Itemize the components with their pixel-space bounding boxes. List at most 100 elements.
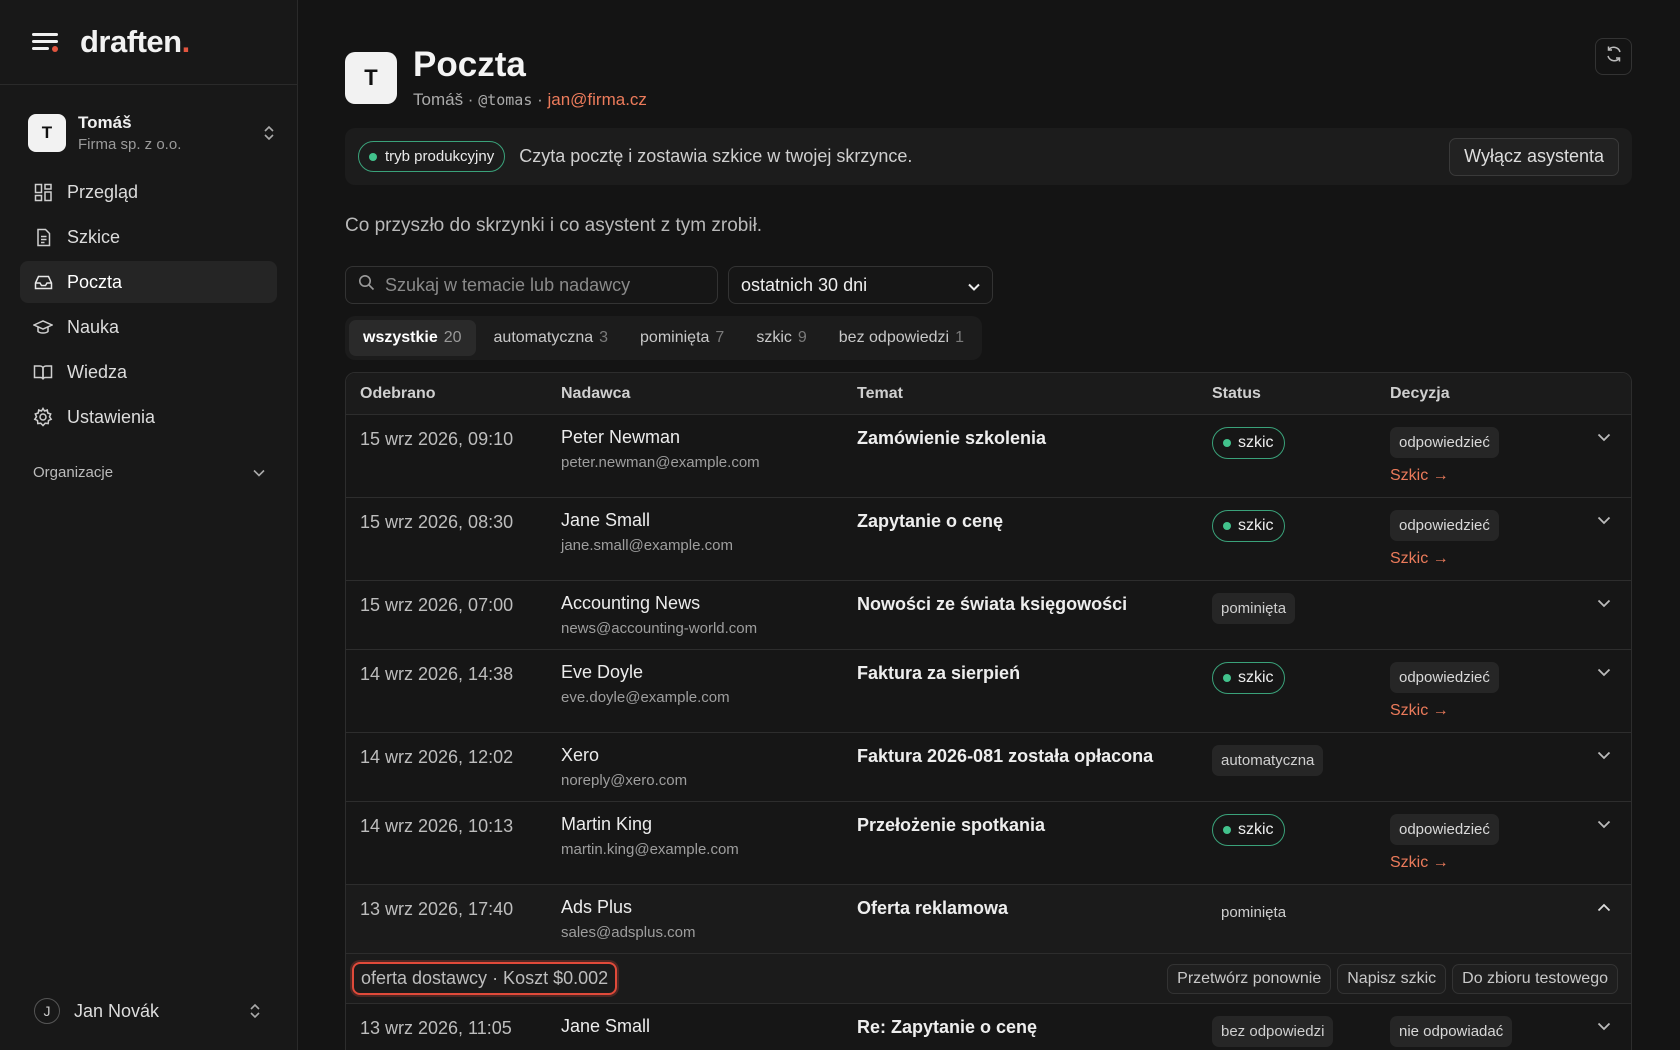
status-badge: pominięta [1212, 593, 1296, 624]
sidebar-item-poczta[interactable]: Poczta [20, 261, 277, 303]
column-header[interactable]: Odebrano [346, 385, 561, 403]
tab-draft[interactable]: szkic 9 [742, 320, 820, 356]
page-subtitle: Tomáš · @tomas · jan@firma.cz [413, 90, 647, 109]
filters: ostatnich 30 dni [345, 266, 1632, 304]
write-draft-button[interactable]: Napisz szkic [1337, 963, 1447, 994]
inbox-icon [33, 272, 53, 292]
sender-name: Martin King [561, 814, 653, 834]
subject: Re: Zapytanie o cenę [857, 1017, 1038, 1037]
chevron-down-icon[interactable] [1597, 662, 1611, 732]
sender-email: peter.newman@example.com [561, 454, 760, 471]
table-row[interactable]: 13 wrz 2026, 17:40 Ads Plus sales@adsplus… [346, 885, 1631, 954]
classification-cost: oferta dostawcy · Koszt $0.002 [352, 962, 618, 995]
chevron-updown-icon [259, 124, 279, 142]
tab-automatic[interactable]: automatyczna 3 [480, 320, 623, 356]
sidebar-item-przeglad[interactable]: Przegląd [20, 171, 277, 213]
user-menu[interactable]: J Jan Novák [34, 998, 265, 1024]
sender-name: Jane Small [561, 1016, 651, 1036]
sidebar-item-label: Szkice [67, 226, 121, 247]
table-row[interactable]: 14 wrz 2026, 10:13 Martin King martin.kin… [346, 802, 1631, 885]
disable-assistant-button[interactable]: Wyłącz asystenta [1449, 137, 1619, 176]
chevron-down-icon[interactable] [1597, 814, 1611, 884]
table-row[interactable]: 14 wrz 2026, 12:02 Xero noreply@xero.com … [346, 733, 1631, 802]
table-row[interactable]: 15 wrz 2026, 09:10 Peter Newman peter.new… [346, 415, 1631, 498]
reprocess-button[interactable]: Przetwórz ponownie [1167, 963, 1332, 994]
brand-bar: draften. [0, 0, 297, 85]
sidebar-item-wiedza[interactable]: Wiedza [20, 351, 277, 393]
chevron-down-icon[interactable] [1597, 427, 1611, 497]
status-badge: szkic [1212, 427, 1285, 459]
decision-badge: odpowiedzieć [1390, 427, 1499, 458]
sidebar: draften. T Tomáš Firma sp. z o.o. Przegl… [0, 0, 298, 1050]
app: draften. T Tomáš Firma sp. z o.o. Przegl… [0, 0, 1680, 1050]
table-row[interactable]: 13 wrz 2026, 11:05 Jane Small Re: Zapyta… [346, 1004, 1631, 1050]
sender-email: sales@adsplus.com [561, 924, 696, 941]
chevron-down-icon[interactable] [1597, 745, 1611, 801]
page-avatar: T [345, 52, 397, 104]
sender-name: Eve Doyle [561, 662, 644, 682]
chevron-down-icon[interactable] [1597, 593, 1611, 649]
gear-icon [33, 407, 53, 427]
table-row[interactable]: 14 wrz 2026, 14:38 Eve Doyle eve.doyle@ex… [346, 650, 1631, 733]
chevron-up-icon[interactable] [1597, 897, 1611, 953]
document-icon [33, 227, 53, 247]
status-badge: szkic [1212, 814, 1285, 846]
decision-badge: odpowiedzieć [1390, 510, 1499, 541]
received-date: 15 wrz 2026, 08:30 [360, 512, 514, 532]
chevron-down-icon [253, 464, 265, 481]
menu-icon[interactable] [32, 31, 58, 53]
sender-name: Accounting News [561, 593, 701, 613]
refresh-button[interactable] [1595, 38, 1632, 75]
user-email[interactable]: jan@firma.cz [547, 90, 646, 109]
chevron-updown-icon [245, 1002, 265, 1020]
status-badge: szkic [1212, 662, 1285, 694]
user-handle: @tomas [478, 91, 533, 109]
sender-email: news@accounting-world.com [561, 620, 758, 637]
subject: Faktura 2026-081 została opłacona [857, 746, 1154, 766]
draft-link[interactable]: Szkic → [1390, 702, 1578, 720]
search-input[interactable] [385, 274, 705, 296]
received-date: 14 wrz 2026, 12:02 [360, 747, 514, 767]
column-header[interactable]: Nadawca [561, 385, 857, 403]
column-header[interactable]: Temat [857, 385, 1212, 403]
date-range-select[interactable]: ostatnich 30 dni [728, 266, 993, 304]
received-date: 15 wrz 2026, 07:00 [360, 595, 514, 615]
banner-text: Czyta pocztę i zostawia szkice w twojej … [519, 146, 913, 166]
sidebar-item-nauka[interactable]: Nauka [20, 306, 277, 348]
chevron-down-icon[interactable] [1597, 1016, 1611, 1050]
add-to-testset-button[interactable]: Do zbioru testowego [1452, 963, 1618, 994]
search-field[interactable] [345, 266, 718, 304]
tab-no-reply[interactable]: bez odpowiedzi 1 [825, 320, 978, 356]
page-title: Poczta [413, 45, 526, 84]
chevron-down-icon [968, 275, 980, 296]
chevron-down-icon[interactable] [1597, 510, 1611, 580]
subject: Oferta reklamowa [857, 898, 1009, 918]
table-row[interactable]: 15 wrz 2026, 08:30 Jane Small jane.small@… [346, 498, 1631, 581]
org-switcher[interactable]: T Tomáš Firma sp. z o.o. [28, 113, 279, 153]
table-row[interactable]: 15 wrz 2026, 07:00 Accounting News news@a… [346, 581, 1631, 650]
draft-link[interactable]: Szkic → [1390, 467, 1578, 485]
column-header[interactable]: Status [1212, 385, 1390, 403]
column-header[interactable]: Decyzja [1390, 385, 1578, 403]
draft-link[interactable]: Szkic → [1390, 550, 1578, 568]
page-description: Co przyszło do skrzynki i co asystent z … [345, 215, 763, 236]
tab-skipped[interactable]: pominięta 7 [626, 320, 738, 356]
book-icon [33, 362, 53, 382]
sender-email: martin.king@example.com [561, 841, 739, 858]
subject: Przełożenie spotkania [857, 815, 1046, 835]
sidebar-item-szkice[interactable]: Szkice [20, 216, 277, 258]
user-name: Jan Novák [74, 1000, 160, 1021]
subject: Nowości ze świata księgowości [857, 594, 1128, 614]
table-header: Odebrano Nadawca Temat Status Decyzja [346, 373, 1631, 415]
expanded-details: oferta dostawcy · Koszt $0.002 Przetwórz… [346, 954, 1631, 1004]
org-company: Firma sp. z o.o. [78, 136, 182, 153]
organizations-section[interactable]: Organizacje [0, 464, 297, 481]
decision-badge: nie odpowiadać [1390, 1016, 1513, 1047]
draft-link[interactable]: Szkic → [1390, 854, 1578, 872]
tab-all[interactable]: wszystkie 20 [349, 320, 476, 356]
sidebar-item-ustawienia[interactable]: Ustawienia [20, 396, 277, 438]
status-badge: pominięta [1221, 904, 1287, 921]
received-date: 13 wrz 2026, 11:05 [360, 1018, 512, 1038]
avatar: J [34, 998, 60, 1024]
sidebar-nav: Przegląd Szkice Poczta Nauka Wiedza Usta… [0, 171, 297, 438]
